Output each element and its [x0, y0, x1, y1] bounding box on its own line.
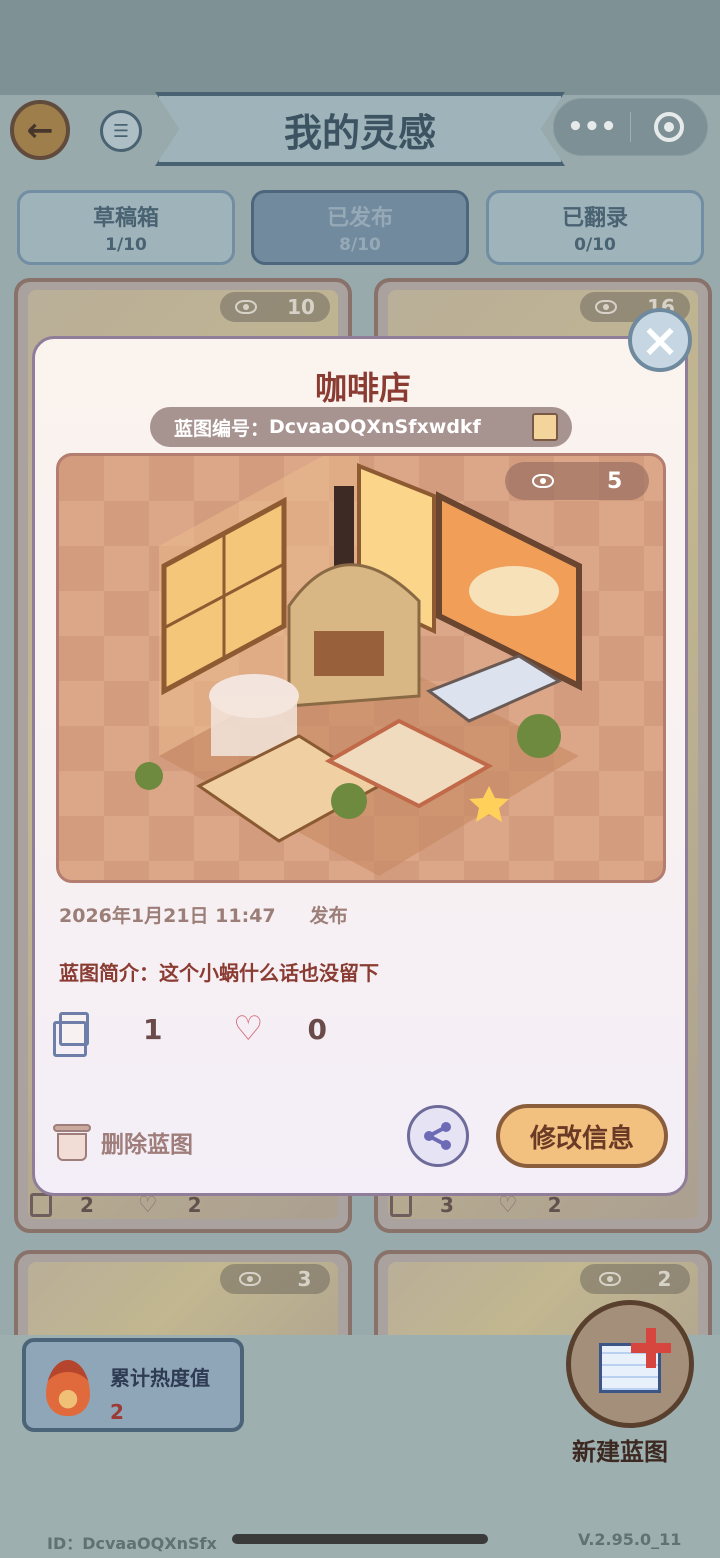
- publish-status: 发布: [309, 905, 348, 927]
- blueprint-description: 蓝图简介：这个小蜗什么话也没留下: [59, 957, 379, 986]
- blueprint-detail-dialog: 咖啡店 蓝图编号： DcvaaOQXnSfxwdkf 5 2026年1月21日 …: [32, 336, 688, 1196]
- user-id: ID：DcvaaOQXnSfx: [47, 1534, 217, 1553]
- heart-icon: ♡: [233, 1009, 264, 1049]
- copy-icon: [53, 1012, 89, 1057]
- app-version: V.2.95.0_11: [578, 1530, 682, 1549]
- description-label: 蓝图简介：: [59, 961, 159, 985]
- publish-info: 2026年1月21日 11:47 发布: [59, 901, 348, 928]
- copy-code-icon[interactable]: [527, 413, 558, 449]
- likes-count: 0: [307, 1012, 327, 1046]
- share-button[interactable]: [407, 1105, 469, 1167]
- heat-label: 累计热度值: [110, 1366, 210, 1390]
- description-value: 这个小蜗什么话也没留下: [159, 961, 379, 985]
- new-blueprint-label: 新建蓝图: [572, 1438, 668, 1466]
- blueprint-preview-image: 5: [56, 453, 666, 883]
- delete-blueprint-button[interactable]: 删除蓝图: [53, 1117, 193, 1167]
- flame-icon: [46, 1360, 90, 1416]
- blueprint-code-value: DcvaaOQXnSfxwdkf: [269, 416, 481, 438]
- delete-label: 删除蓝图: [101, 1132, 193, 1158]
- blueprint-code: 蓝图编号： DcvaaOQXnSfxwdkf: [150, 407, 572, 449]
- close-icon[interactable]: ×: [628, 308, 692, 372]
- total-heat-card: 累计热度值 2: [22, 1338, 244, 1432]
- copies-count: 1: [143, 1012, 163, 1046]
- home-indicator[interactable]: [232, 1534, 488, 1544]
- blueprint-stats: 1 ♡ 0: [53, 1007, 327, 1057]
- room-illustration: [135, 456, 582, 876]
- trash-icon: [53, 1122, 91, 1162]
- share-icon: [424, 1122, 451, 1150]
- heat-value: 2: [110, 1400, 124, 1424]
- new-blueprint-button[interactable]: [566, 1300, 694, 1428]
- blueprint-title: 咖啡店: [314, 369, 411, 407]
- publish-date: 2026年1月21日 11:47: [59, 905, 276, 927]
- edit-info-label: 修改信息: [529, 1123, 634, 1154]
- preview-views: 5: [505, 462, 649, 500]
- preview-views-count: 5: [607, 468, 623, 494]
- plus-vertical: [646, 1328, 656, 1368]
- eye-icon: [531, 474, 554, 488]
- edit-info-button[interactable]: 修改信息: [496, 1104, 668, 1168]
- blueprint-code-label: 蓝图编号：: [174, 417, 270, 440]
